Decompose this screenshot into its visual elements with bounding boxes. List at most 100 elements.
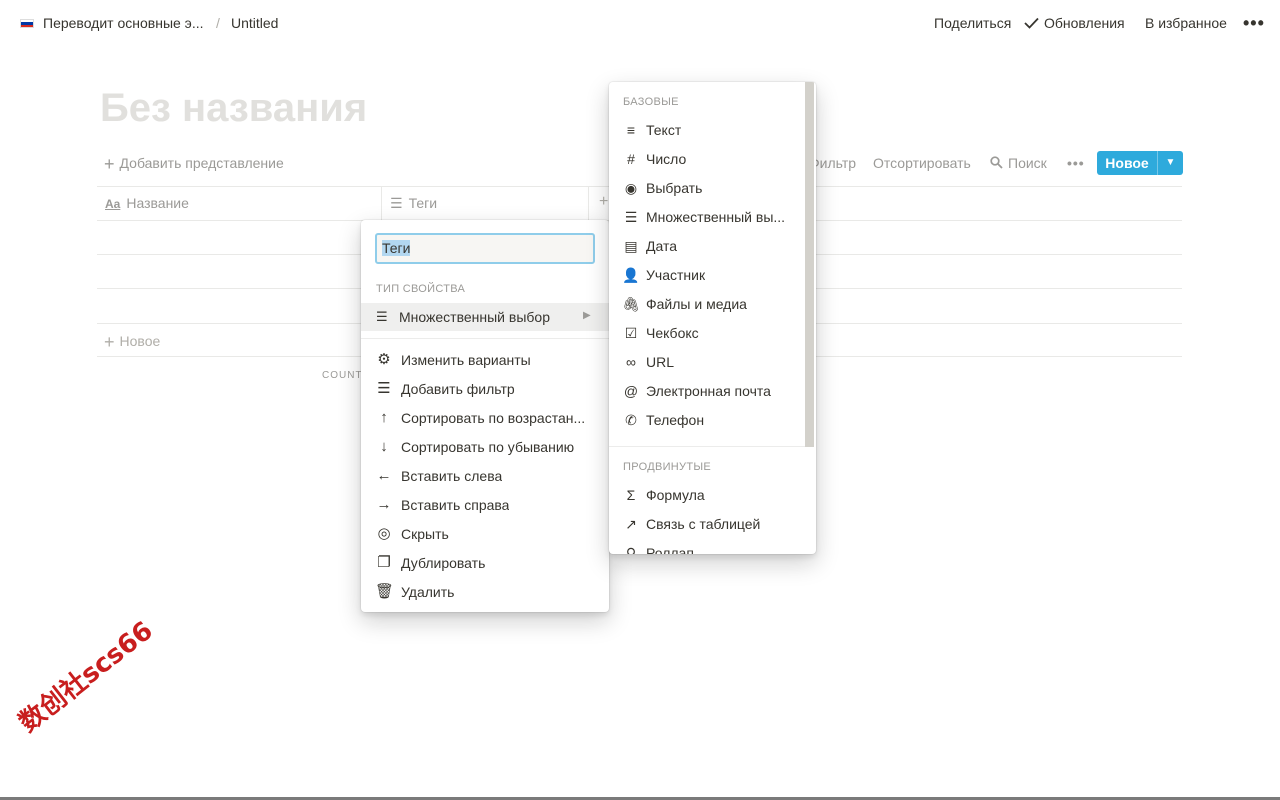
phone-icon: ✆ [625, 412, 637, 428]
favorite-button[interactable]: В избранное [1145, 15, 1227, 31]
add-view-button[interactable]: + Добавить представление [104, 154, 284, 175]
menu-item-sigma[interactable]: Σ Формула [609, 481, 816, 510]
column-header-tags[interactable]: ☰ Теги [390, 195, 437, 212]
menu-item-arrow-down[interactable]: ↓ Сортировать по убыванию [361, 433, 609, 462]
property-type-selector[interactable]: ☰ Множественный выбор ▶ [361, 303, 609, 331]
menu-item-label: Скрыть [401, 526, 449, 542]
menu-item-at[interactable]: @ Электронная почта [609, 377, 816, 406]
menu-item-arrow-right[interactable]: → Вставить справа [361, 491, 609, 520]
breadcrumb-current[interactable]: Untitled [231, 15, 278, 31]
menu-item-label: Связь с таблицей [646, 516, 761, 532]
new-row-label: Новое [119, 333, 161, 349]
breadcrumb-parent[interactable]: Переводит основные э... [43, 15, 204, 31]
column-divider [588, 187, 589, 220]
menu-item-person[interactable]: 👤 Участник [609, 261, 816, 290]
new-button[interactable]: Новое [1097, 151, 1157, 175]
menu-item-select[interactable]: ◉ Выбрать [609, 174, 816, 203]
chevron-down-icon[interactable]: ▼ [1157, 151, 1183, 175]
column-divider [381, 187, 382, 220]
multi-select-icon: ☰ [624, 209, 638, 225]
page-title[interactable]: Без названия [100, 86, 367, 131]
link-icon: ∞ [626, 354, 636, 370]
breadcrumb-separator: / [216, 15, 220, 31]
count-label[interactable]: COUNT [322, 370, 363, 381]
menu-item-duplicate[interactable]: ❐ Дублировать [361, 549, 609, 578]
arrow-down-icon: ↓ [380, 438, 388, 455]
filter-button[interactable]: Фильтр [809, 155, 857, 171]
sigma-icon: Σ [626, 487, 636, 503]
russian-flag-icon [20, 19, 34, 28]
more-options-icon[interactable]: ••• [1243, 14, 1265, 32]
menu-item-search[interactable]: ⚲ Роллап [609, 539, 816, 554]
column-header-label: Название [126, 195, 189, 211]
trash-icon: 🗑 [375, 583, 395, 600]
menu-item-gear[interactable]: ⚙ Изменить варианты [361, 346, 609, 375]
menu-item-label: URL [646, 354, 675, 370]
menu-item-label: Выбрать [646, 180, 703, 196]
watermark: 数创社scs66 [13, 615, 159, 739]
plus-icon: + [104, 154, 115, 174]
search-label: Поиск [1008, 155, 1047, 171]
menu-item-filter[interactable]: ☰ Добавить фильтр [361, 375, 609, 404]
menu-item-relation[interactable]: ↗ Связь с таблицей [609, 510, 816, 539]
property-type-menu: БАЗОВЫЕ ≡ Текст # Число ◉ Выбрать ☰ Множественн… [609, 82, 816, 554]
updates-label: Обновления [1044, 15, 1125, 31]
menu-item-label: Число [646, 151, 687, 167]
at-icon: @ [623, 383, 639, 399]
menu-item-text[interactable]: ≡ Текст [609, 116, 816, 145]
eye-off-icon: ◎ [377, 525, 391, 542]
column-header-label: Теги [408, 195, 438, 211]
property-type-section-label: ТИП СВОЙСТВА [376, 283, 466, 295]
basic-section-label: БАЗОВЫЕ [623, 96, 679, 108]
arrow-up-icon: ↑ [380, 409, 388, 426]
menu-item-label: Вставить слева [401, 468, 503, 484]
arrow-left-icon: ← [376, 467, 392, 484]
menu-item-label: Текст [646, 122, 682, 138]
add-column-icon[interactable]: + [599, 193, 608, 211]
menu-item-label: Участник [646, 267, 706, 283]
sort-button[interactable]: Отсортировать [873, 155, 971, 171]
chevron-right-icon: ▶ [583, 310, 591, 321]
menu-item-label: Дублировать [401, 555, 486, 571]
menu-item-arrow-left[interactable]: ← Вставить слева [361, 462, 609, 491]
arrow-right-icon: → [376, 496, 392, 513]
menu-item-checkbox[interactable]: ☑ Чекбокс [609, 319, 816, 348]
search-button[interactable]: Поиск [990, 155, 1047, 171]
check-icon [1024, 17, 1039, 29]
menu-item-phone[interactable]: ✆ Телефон [609, 406, 816, 435]
menu-item-label: Вставить справа [401, 497, 510, 513]
person-icon: 👤 [622, 267, 640, 283]
menu-item-label: Чекбокс [646, 325, 699, 341]
column-header-name[interactable]: Aa Название [105, 195, 189, 211]
property-name-input[interactable]: Теги [375, 233, 595, 264]
search-icon: ⚲ [625, 545, 637, 554]
updates-button[interactable]: Обновления [1024, 15, 1125, 31]
menu-item-label: Электронная почта [646, 383, 771, 399]
number-icon: # [627, 151, 635, 167]
menu-item-label: Удалить [401, 584, 455, 600]
search-icon [990, 156, 1003, 169]
view-more-icon[interactable]: ••• [1067, 155, 1085, 171]
menu-item-label: Дата [646, 238, 678, 254]
menu-item-arrow-up[interactable]: ↑ Сортировать по возрастан... [361, 404, 609, 433]
menu-item-link[interactable]: ∞ URL [609, 348, 816, 377]
filter-icon: ☰ [377, 380, 391, 397]
menu-item-label: Роллап [646, 545, 694, 554]
paperclip-icon: 🖇 [622, 296, 640, 312]
multi-select-icon: ☰ [376, 309, 388, 324]
menu-item-number[interactable]: # Число [609, 145, 816, 174]
menu-item-eye-off[interactable]: ◎ Скрыть [361, 520, 609, 549]
menu-item-trash[interactable]: 🗑 Удалить [361, 578, 609, 607]
new-row-button[interactable]: + Новое [104, 332, 160, 353]
calendar-icon: ▤ [624, 238, 638, 254]
menu-item-label: Телефон [646, 412, 705, 428]
share-button[interactable]: Поделиться [934, 15, 1011, 31]
menu-item-paperclip[interactable]: 🖇 Файлы и медиа [609, 290, 816, 319]
menu-item-calendar[interactable]: ▤ Дата [609, 232, 816, 261]
menu-item-label: Сортировать по убыванию [401, 439, 575, 455]
menu-item-multi-select[interactable]: ☰ Множественный вы... [609, 203, 816, 232]
text-icon: ≡ [626, 122, 636, 138]
text-type-icon: Aa [105, 197, 121, 211]
menu-item-label: Файлы и медиа [646, 296, 747, 312]
duplicate-icon: ❐ [377, 554, 391, 571]
